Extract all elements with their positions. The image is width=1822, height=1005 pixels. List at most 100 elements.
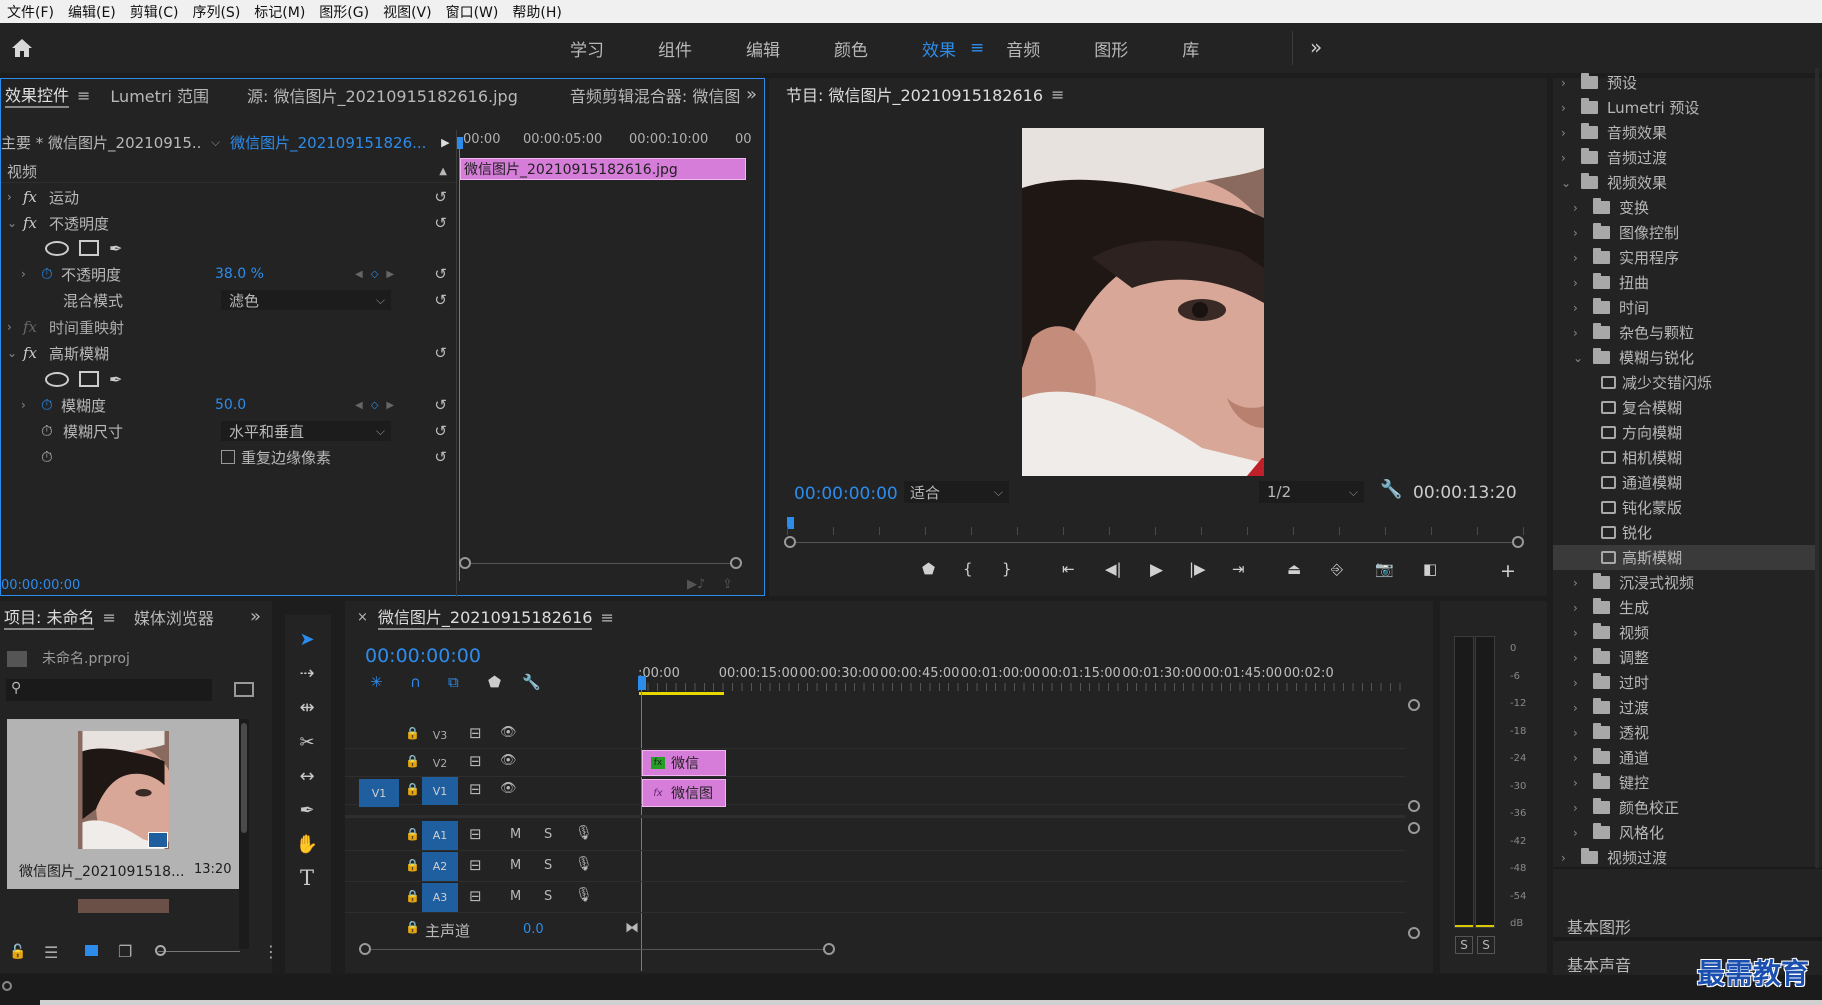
project-item-card-2[interactable] [78,899,169,913]
export-icon[interactable]: ⇪ [722,577,733,592]
effects-tree-item[interactable]: › 过渡 [1553,695,1815,720]
expand-chevron-icon[interactable]: › [1573,726,1593,740]
timeline-ruler[interactable]: :00:00 00:00:15:00 00:00:30:00 00:00:45:00 0… [638,657,1408,697]
expand-chevron-icon[interactable]: › [1573,301,1593,315]
zoom-slider[interactable] [158,951,240,952]
workspace-libraries[interactable]: 库 [1182,36,1199,61]
track-target-a3[interactable]: A3 [422,883,458,912]
rectangle-mask-icon[interactable] [79,240,99,256]
expand-chevron-icon[interactable]: › [1573,751,1593,765]
mini-scroll-end-handle[interactable] [730,557,742,569]
workspace-overflow-icon[interactable]: » [1310,35,1322,59]
expand-chevron-icon[interactable]: › [1573,576,1593,590]
expand-chevron-icon[interactable]: › [1561,126,1581,140]
stopwatch-icon[interactable]: ⏱ [41,265,61,283]
workspace-audio[interactable]: 音频 [1006,36,1040,61]
solo-track-button[interactable]: S [544,858,552,873]
workspace-menu-icon[interactable]: ≡ [970,38,984,58]
basic-sound-panel-tab[interactable]: 基本声音 [1567,952,1631,976]
zoom-fit-select[interactable]: 适合 ⌵ [904,481,1009,503]
vertical-zoom-handle[interactable] [1408,800,1420,812]
timeline-playhead[interactable] [638,676,646,690]
list-view-icon[interactable]: ☰ [44,943,58,962]
solo-track-button[interactable]: S [544,889,552,904]
pen-mask-icon[interactable]: ✒ [109,239,122,258]
track-lock-icon[interactable]: 🔒 [405,889,420,903]
toggle-sync-lock-icon[interactable]: ⊟ [469,752,482,770]
program-time-ruler[interactable] [787,527,1527,535]
menu-help[interactable]: 帮助(H) [505,2,568,22]
master-volume-value[interactable]: 0.0 [523,922,544,937]
voice-over-record-icon[interactable]: 🎙 [575,856,593,872]
fx-badge-icon[interactable]: fx [23,188,47,206]
timeline-sequence-tab[interactable]: 微信图片_20210915182616 [377,604,593,630]
tab-source[interactable]: 源: 微信图片_20210915182616.jpg [247,83,518,107]
effects-tree-item[interactable]: 相机模糊 [1553,445,1815,470]
program-scroll-end-handle[interactable] [1512,536,1524,548]
effects-tree-item[interactable]: › Lumetri 预设 [1553,95,1815,120]
reset-icon[interactable]: ↺ [434,188,447,206]
expand-chevron-icon[interactable]: › [1573,251,1593,265]
reset-icon[interactable]: ↺ [434,291,447,309]
source-patch-v1[interactable]: V1 [359,779,399,807]
next-keyframe-icon[interactable]: ▶ [386,269,394,280]
toggle-sync-lock-icon[interactable]: ⊟ [469,724,482,742]
menu-view[interactable]: 视图(V) [376,2,439,22]
solo-right-button[interactable]: S [1477,936,1495,954]
effects-tree-item[interactable]: › 杂色与颗粒 [1553,320,1815,345]
triangle-up-icon[interactable]: ▲ [439,166,447,177]
ellipse-mask-icon[interactable] [45,371,69,387]
ripple-edit-tool-icon[interactable]: ⇹ [292,693,322,721]
toggle-sync-lock-icon[interactable]: ⊟ [469,887,482,905]
collapse-chevron-icon[interactable]: ⌄ [7,216,23,230]
effects-tree-item[interactable]: › 透视 [1553,720,1815,745]
track-target-a2[interactable]: A2 [422,852,458,881]
track-lock-icon[interactable]: 🔒 [405,827,420,841]
toggle-track-output-eye-icon[interactable]: 👁 [500,781,517,796]
effects-tree-item[interactable]: › 预设 [1553,70,1815,95]
menu-marker[interactable]: 标记(M) [247,2,312,22]
workspace-editing[interactable]: 编辑 [746,36,780,61]
mini-scroll-track[interactable] [471,563,730,564]
playhead-marker[interactable] [457,137,463,149]
toggle-sync-lock-icon[interactable]: ⊟ [469,825,482,843]
new-bin-icon[interactable] [234,682,254,697]
project-scroll-thumb[interactable] [241,723,247,833]
prev-keyframe-icon[interactable]: ◀ [355,400,363,411]
pen-mask-icon[interactable]: ✒ [109,370,122,389]
workspace-effects[interactable]: 效果 [922,36,956,61]
expand-chevron-icon[interactable]: › [7,190,23,204]
effect-gaussian-row[interactable]: ⌄ fx 高斯模糊 ↺ [7,341,447,365]
program-scroll-start-handle[interactable] [784,536,796,548]
panel-menu-icon[interactable]: ≡ [102,608,115,627]
master-clip-label[interactable]: 主要 * 微信图片_20210915... [1,132,201,153]
add-marker-icon[interactable]: ⬟ [922,560,935,578]
play-audio-icon[interactable]: ▶♪ [687,577,705,592]
effects-tree-item[interactable]: › 风格化 [1553,820,1815,845]
effects-tree-item[interactable]: › 实用程序 [1553,245,1815,270]
expand-chevron-icon[interactable]: › [1561,851,1581,865]
panel-overflow-icon[interactable]: » [746,84,757,105]
freeform-view-icon[interactable]: ❐ [118,942,132,961]
effects-tree-item[interactable]: › 视频 [1553,620,1815,645]
expand-chevron-icon[interactable]: › [1573,801,1593,815]
tab-lumetri-scopes[interactable]: Lumetri 范围 [110,83,209,107]
footer-timecode[interactable]: 00:00:00:00 [1,578,80,593]
nest-toggle-icon[interactable]: ✳ [370,673,383,691]
vertical-zoom-handle[interactable] [1408,927,1420,939]
reset-icon[interactable]: ↺ [434,396,447,414]
collapse-chevron-icon[interactable]: ⌄ [7,346,23,360]
pen-tool-icon[interactable]: ✒ [292,796,322,824]
prev-keyframe-icon[interactable]: ◀ [355,269,363,280]
type-tool-icon[interactable]: T [292,864,322,892]
expand-chevron-icon[interactable]: › [1573,651,1593,665]
toggle-track-output-eye-icon[interactable]: 👁 [500,753,517,768]
solo-track-button[interactable]: S [544,827,552,842]
effects-tree-item[interactable]: › 调整 [1553,645,1815,670]
menu-edit[interactable]: 编辑(E) [61,2,123,22]
tab-project[interactable]: 项目: 未命名 [4,604,95,630]
next-keyframe-icon[interactable]: ▶ [386,400,394,411]
basic-graphics-panel-tab[interactable]: 基本图形 [1567,914,1631,938]
play-icon[interactable]: ▶ [1150,560,1163,580]
settings-wrench-icon[interactable]: 🔧 [522,673,541,691]
